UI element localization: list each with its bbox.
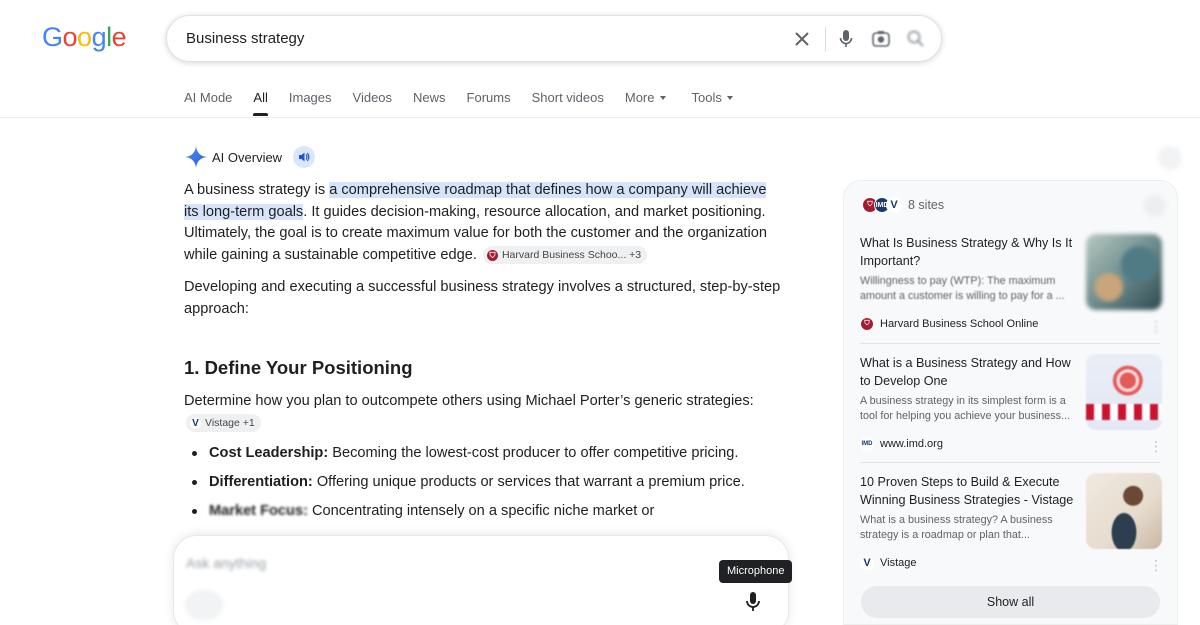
close-icon[interactable]: [1144, 195, 1166, 217]
caret-down-icon: [659, 95, 666, 100]
overview-paragraph: A business strategy is a comprehensive r…: [184, 180, 784, 266]
more-options-icon[interactable]: ⋮: [1149, 439, 1163, 453]
tab-label: More: [624, 90, 655, 105]
speaker-icon: [299, 152, 310, 162]
tab-label: AI Mode: [184, 90, 233, 105]
tab-forums[interactable]: Forums: [467, 90, 511, 116]
card-source: V Vistage: [860, 556, 917, 570]
add-button[interactable]: [185, 590, 223, 620]
chip-label: Vistage +1: [205, 416, 255, 429]
card-description: A business strategy in its simplest form…: [860, 395, 1071, 422]
card-title: What is a Business Strategy and How to D…: [860, 356, 1071, 388]
card-source: IMD www.imd.org: [860, 437, 943, 451]
divider: [860, 462, 1160, 463]
source-name: Vistage: [880, 557, 917, 569]
bullet-term: Market Focus:: [209, 503, 308, 519]
source-chip[interactable]: V Vistage +1: [186, 414, 261, 433]
harvard-shield-icon: ⛉: [860, 317, 874, 331]
search-tabs: AI Mode All Images Videos News Forums Sh…: [184, 90, 754, 118]
ai-overview-header: AI Overview: [184, 145, 316, 169]
vistage-logo-icon: V: [886, 197, 902, 213]
card-source: ⛉ Harvard Business School Online: [860, 317, 1038, 331]
header-divider: [0, 117, 1200, 118]
overview-paragraph: Developing and executing a successful bu…: [184, 279, 781, 317]
harvard-shield-icon: ⛉: [486, 249, 498, 261]
card-description: Willingness to pay (WTP): The maximum am…: [860, 275, 1065, 302]
paragraph-text: A business strategy is: [184, 182, 330, 198]
list-item: Market Focus: Concentrating intensely on…: [184, 501, 784, 523]
list-item: Cost Leadership: Becoming the lowest-cos…: [184, 443, 784, 465]
tab-label: All: [253, 90, 268, 105]
more-options-icon[interactable]: ⋮: [1149, 558, 1163, 572]
sites-count: 8 sites: [908, 198, 945, 212]
source-name: Harvard Business School Online: [880, 318, 1039, 330]
card-title: 10 Proven Steps to Build & Execute Winni…: [860, 475, 1074, 507]
divider: [860, 343, 1160, 344]
caret-down-icon: [726, 95, 733, 100]
ai-overview-label: AI Overview: [212, 149, 283, 165]
tab-label: Videos: [352, 90, 393, 105]
chip-label: Harvard Business Schoo... +3: [501, 248, 642, 261]
overview-paragraph: Determine how you plan to outcompete oth…: [184, 391, 784, 434]
tab-short-videos[interactable]: Short videos: [532, 90, 604, 116]
microphone-icon[interactable]: [835, 28, 857, 50]
card-thumbnail: [1086, 473, 1162, 549]
search-box[interactable]: Business strategy: [166, 15, 942, 62]
card-description: What is a business strategy? A business …: [860, 514, 1053, 541]
section-heading: 1. Define Your Positioning: [184, 357, 413, 378]
divider: [825, 27, 826, 52]
card-title: What Is Business Strategy & Why Is It Im…: [860, 236, 1073, 268]
tab-label: News: [413, 90, 446, 105]
bullet-term: Cost Leadership:: [209, 445, 329, 461]
ai-overview-body: A business strategy is a comprehensive r…: [184, 180, 784, 530]
options-button[interactable]: [1158, 146, 1182, 170]
tab-label: Tools: [691, 90, 722, 105]
paragraph-text: Determine how you plan to outcompete oth…: [184, 393, 754, 409]
vistage-logo-icon: V: [190, 418, 201, 429]
imd-logo-icon: IMD: [860, 437, 874, 451]
vistage-logo-icon: V: [860, 556, 874, 570]
ask-anything-box[interactable]: Ask anything: [173, 535, 789, 625]
tab-news[interactable]: News: [413, 90, 446, 116]
bullet-term: Differentiation:: [209, 474, 313, 490]
tab-tools[interactable]: Tools: [692, 90, 733, 116]
tab-label: Forums: [466, 90, 511, 105]
source-name: www.imd.org: [880, 438, 943, 450]
tab-all[interactable]: All: [253, 90, 269, 116]
tab-more[interactable]: More: [625, 90, 666, 116]
tab-videos[interactable]: Videos: [353, 90, 393, 116]
strategy-list: Cost Leadership: Becoming the lowest-cos…: [184, 443, 784, 523]
speaker-button[interactable]: [293, 146, 316, 168]
ask-input[interactable]: Ask anything: [186, 555, 266, 571]
sources-panel: ⛉ IMD V 8 sites What Is Business Strateg…: [843, 180, 1178, 625]
gemini-sparkle-icon: [185, 146, 207, 168]
search-input[interactable]: Business strategy: [186, 30, 304, 47]
google-logo[interactable]: Google: [42, 22, 127, 53]
card-thumbnail: [1086, 234, 1162, 310]
sites-header[interactable]: ⛉ IMD V 8 sites: [862, 197, 944, 213]
show-all-button[interactable]: Show all: [861, 586, 1160, 618]
lens-icon[interactable]: [870, 28, 892, 50]
card-thumbnail: [1086, 354, 1162, 430]
bullet-text: Concentrating intensely on a specific ni…: [307, 503, 655, 519]
bullet-text: Offering unique products or services tha…: [312, 474, 745, 490]
microphone-button[interactable]: [745, 591, 761, 618]
microphone-tooltip: Microphone: [719, 560, 793, 583]
tab-ai-mode[interactable]: AI Mode: [184, 90, 232, 116]
tab-label: Short videos: [531, 90, 604, 105]
tab-images[interactable]: Images: [289, 90, 332, 116]
list-item: Differentiation: Offering unique product…: [184, 472, 784, 494]
tab-label: Images: [288, 90, 332, 105]
more-options-icon[interactable]: ⋮: [1149, 319, 1163, 333]
bullet-text: Becoming the lowest-cost producer to off…: [328, 445, 739, 461]
source-chip[interactable]: ⛉ Harvard Business Schoo... +3: [482, 246, 648, 265]
microphone-icon: [746, 592, 760, 611]
search-icon[interactable]: [905, 28, 927, 50]
clear-icon[interactable]: [791, 28, 813, 50]
